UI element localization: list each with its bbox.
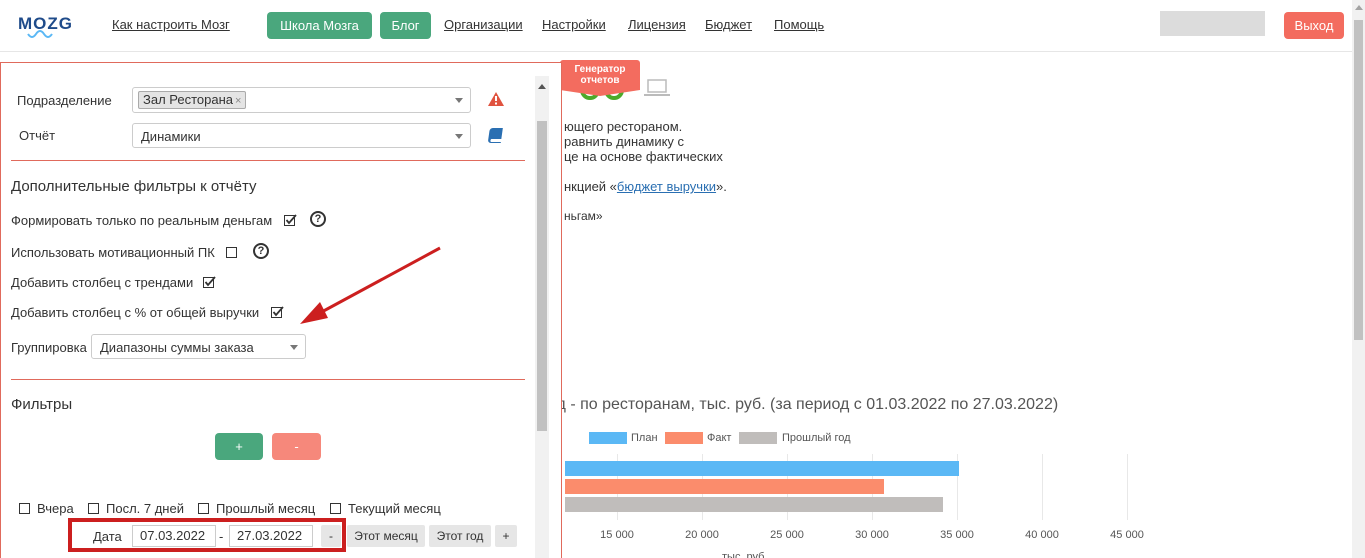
desc-line-4: нкцией «бюджет выручки». (564, 179, 727, 194)
x-tick-label: 40 000 (1025, 529, 1059, 541)
checkbox-percent[interactable] (271, 306, 284, 318)
grid-line (1042, 454, 1043, 520)
department-tag: Зал Ресторана × (138, 91, 247, 109)
desc-line-5: ньгам» (564, 209, 603, 223)
bar-0[interactable] (565, 461, 959, 476)
help-icon[interactable]: ? (310, 211, 326, 227)
grid-line (1127, 454, 1128, 520)
this-year-button[interactable]: Этот год (429, 525, 491, 547)
bar-1[interactable] (565, 479, 884, 494)
quick-7days-label[interactable]: Посл. 7 дней (106, 501, 184, 516)
department-select[interactable]: Зал Ресторана × (132, 87, 471, 113)
warning-icon (488, 92, 504, 106)
svg-text:MOZG: MOZG (18, 14, 73, 33)
legend-swatch[interactable] (739, 432, 777, 444)
book-icon[interactable] (488, 127, 504, 143)
report-generator-badge: Генератор отчетов (560, 60, 640, 96)
option-real-money-label: Формировать только по реальным деньгам (11, 213, 273, 228)
x-tick-label: 20 000 (685, 529, 719, 541)
nav-budget[interactable]: Бюджет (705, 17, 752, 32)
x-tick-label: 15 000 (600, 529, 634, 541)
checkbox-current-month[interactable] (330, 502, 342, 514)
top-header: MOZG Как настроить Мозг Школа Мозга Блог… (0, 0, 1352, 52)
checkbox-7days[interactable] (88, 502, 100, 514)
date-plus-button[interactable]: + (495, 525, 517, 547)
nav-license[interactable]: Лицензия (628, 17, 686, 32)
desc-line-3: це на основе фактических (564, 149, 723, 164)
grouping-label: Группировка (11, 340, 87, 355)
quick-last-month-label[interactable]: Прошлый месяц (216, 501, 315, 516)
date-to-input[interactable]: 27.03.2022 (229, 525, 313, 547)
option-motivation-label: Использовать мотивационный ПК (11, 245, 215, 260)
help-icon[interactable]: ? (253, 243, 269, 259)
grouping-select-value: Диапазоны суммы заказа (100, 340, 254, 355)
chevron-down-icon (455, 134, 463, 139)
laptop-icon (647, 79, 667, 93)
desc-line-1: ющего рестораном. (564, 119, 683, 134)
grouping-select[interactable]: Диапазоны суммы заказа (91, 334, 306, 359)
legend-swatch[interactable] (589, 432, 627, 444)
legend-swatch[interactable] (665, 432, 703, 444)
divider (11, 379, 525, 380)
filters-title: Фильтры (11, 396, 73, 413)
budget-link[interactable]: бюджет выручки (617, 179, 716, 194)
scroll-up-arrow-icon[interactable] (1355, 5, 1363, 10)
x-axis-label: тыс. руб. (722, 551, 768, 558)
date-from-input[interactable]: 07.03.2022 (132, 525, 216, 547)
annotation-arrow (300, 246, 441, 324)
user-name-box[interactable] (1160, 11, 1265, 36)
page-scroll-thumb[interactable] (1354, 20, 1363, 340)
checkbox-trends[interactable] (203, 276, 216, 288)
report-select[interactable]: Динамики (132, 123, 471, 148)
extra-filters-title: Дополнительные фильтры к отчёту (11, 178, 257, 195)
date-label: Дата (93, 529, 122, 544)
page-scrollbar[interactable] (1352, 0, 1365, 558)
panel-scrollbar[interactable] (535, 76, 549, 558)
legend-label[interactable]: План (631, 432, 658, 444)
x-tick-label: 30 000 (855, 529, 889, 541)
department-label: Подразделение (17, 93, 112, 108)
chevron-down-icon (455, 98, 463, 103)
nav-settings[interactable]: Настройки (542, 17, 606, 32)
legend-label[interactable]: Факт (707, 432, 731, 444)
desc-line-2: равнить динамику с (564, 134, 685, 149)
x-tick-label: 25 000 (770, 529, 804, 541)
report-label: Отчёт (19, 128, 56, 143)
nav-school-button[interactable]: Школа Мозга (267, 12, 372, 39)
quick-yesterday-label[interactable]: Вчера (37, 501, 74, 516)
nav-how-to-setup[interactable]: Как настроить Мозг (112, 17, 230, 32)
add-filter-button[interactable]: + (215, 433, 263, 460)
x-tick-label: 45 000 (1110, 529, 1144, 541)
panel-scroll-thumb[interactable] (537, 121, 547, 431)
remove-filter-button[interactable]: - (272, 433, 321, 460)
date-separator: - (219, 529, 224, 544)
checkbox-real-money[interactable] (284, 214, 297, 226)
mozg-logo[interactable]: MOZG (18, 12, 80, 42)
option-percent-label: Добавить столбец с % от общей выручки (11, 305, 260, 320)
exit-button[interactable]: Выход (1284, 12, 1344, 39)
checkbox-motivation[interactable] (226, 246, 238, 258)
chevron-down-icon (290, 345, 298, 350)
this-month-button[interactable]: Этот месяц (347, 525, 425, 547)
divider (11, 160, 525, 161)
option-trends-label: Добавить столбец с трендами (11, 275, 194, 290)
nav-blog-button[interactable]: Блог (380, 12, 431, 39)
nav-help[interactable]: Помощь (774, 17, 824, 32)
legend-label[interactable]: Прошлый год (782, 432, 851, 444)
x-tick-label: 35 000 (940, 529, 974, 541)
date-minus-button[interactable]: - (321, 525, 341, 547)
remove-tag-icon[interactable]: × (235, 95, 241, 107)
chart-title: од - по ресторанам, тыс. руб. (за период… (548, 396, 1059, 413)
nav-organizations[interactable]: Организации (444, 17, 523, 32)
bar-2[interactable] (565, 497, 944, 512)
checkbox-yesterday[interactable] (19, 502, 31, 514)
report-select-value: Динамики (141, 129, 201, 144)
panel-scroll-up-icon[interactable] (538, 84, 546, 89)
quick-current-month-label[interactable]: Текущий месяц (348, 501, 441, 516)
checkbox-last-month[interactable] (198, 502, 210, 514)
